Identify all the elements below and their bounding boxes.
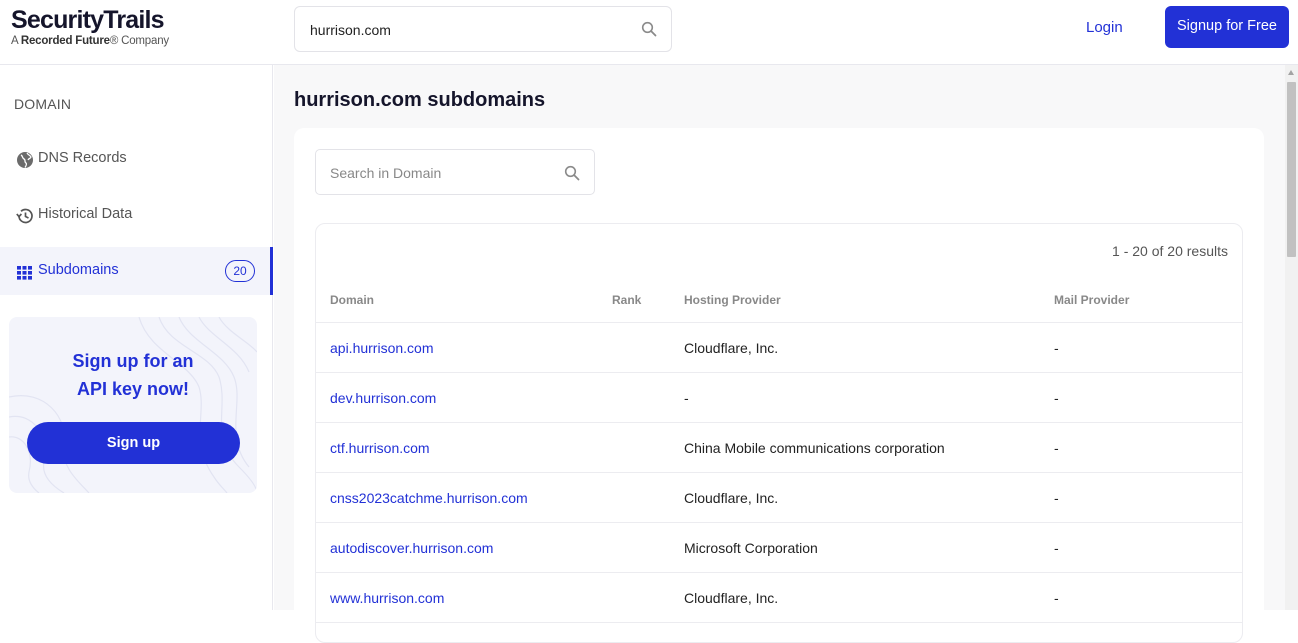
table-row: api.hurrison.com Cloudflare, Inc. - [316,323,1242,373]
results-count: 1 - 20 of 20 results [1112,243,1228,259]
api-promo-card: Sign up for an API key now! Sign up [9,317,257,493]
sidebar-item-label: Subdomains [38,262,119,278]
sidebar: DOMAIN DNS Records Historical Data Subdo… [0,65,273,610]
logo-wordmark: SecurityTrails [11,6,165,34]
subdomain-link[interactable]: www.hurrison.com [330,590,444,606]
signup-free-button[interactable]: Signup for Free [1165,6,1289,48]
subdomains-table: 1 - 20 of 20 results Domain Rank Hosting… [315,223,1243,643]
search-in-domain-input[interactable]: Search in Domain [315,149,595,195]
table-row: www.hurrison.com Cloudflare, Inc. - [316,573,1242,623]
grid-icon [17,266,32,280]
promo-title-line2: API key now! [76,379,190,399]
subdomain-link[interactable]: autodiscover.hurrison.com [330,540,493,556]
search-icon[interactable] [641,21,657,37]
hosting-provider-cell: Cloudflare, Inc. [684,590,779,606]
table-row: ctf.hurrison.com China Mobile communicat… [316,423,1242,473]
top-bar: SecurityTrails A Recorded Future® Compan… [0,0,1298,65]
globe-icon [17,152,33,168]
hosting-provider-cell: Microsoft Corporation [684,540,818,556]
scrollbar-thumb[interactable] [1287,82,1296,257]
subdomain-link[interactable]: dev.hurrison.com [330,390,436,406]
table-row: dev.hurrison.com - - [316,373,1242,423]
login-link[interactable]: Login [1086,19,1123,36]
mail-provider-cell: - [1054,540,1059,556]
mail-provider-cell: - [1054,440,1059,456]
promo-title: Sign up for an API key now! [9,347,257,403]
page-title: hurrison.com subdomains [294,89,546,111]
domain-search-value: hurrison.com [310,22,391,38]
logo-tagline-prefix: A [11,35,21,47]
subdomains-card: Search in Domain 1 - 20 of 20 results Do… [294,128,1264,643]
column-header-hosting-provider[interactable]: Hosting Provider [684,293,781,307]
scroll-up-arrow-icon[interactable] [1288,70,1294,75]
logo-tagline-brand: Recorded Future [20,35,110,47]
sidebar-item-historical-data[interactable]: Historical Data [0,191,273,239]
mail-provider-cell: - [1054,590,1059,606]
column-header-domain[interactable]: Domain [330,293,374,307]
sidebar-section-title: DOMAIN [14,96,72,112]
table-row: cnss2023catchme.hurrison.com Cloudflare,… [316,473,1242,523]
logo-tagline: A Recorded Future® Company [11,35,169,48]
column-header-rank[interactable]: Rank [612,293,641,307]
hosting-provider-cell: China Mobile communications corporation [684,440,945,456]
mail-provider-cell: - [1054,390,1059,406]
domain-search-input[interactable]: hurrison.com [294,6,672,52]
table-row: autodiscover.hurrison.com Microsoft Corp… [316,523,1242,573]
subdomain-count-badge: 20 [225,260,255,282]
subdomain-link[interactable]: ctf.hurrison.com [330,440,430,456]
main-content: hurrison.com subdomains Search in Domain… [274,65,1285,643]
hosting-provider-cell: - [684,390,689,406]
page-scrollbar[interactable] [1285,65,1298,610]
sidebar-item-label: DNS Records [38,150,127,166]
mail-provider-cell: - [1054,340,1059,356]
subdomain-link[interactable]: cnss2023catchme.hurrison.com [330,490,528,506]
search-in-domain-placeholder: Search in Domain [330,165,442,181]
search-icon[interactable] [564,165,580,181]
mail-provider-cell: - [1054,490,1059,506]
promo-title-line1: Sign up for an [72,351,194,371]
securitytrails-logo[interactable]: SecurityTrails A Recorded Future® Compan… [11,6,169,48]
hosting-provider-cell: Cloudflare, Inc. [684,490,779,506]
column-header-mail-provider[interactable]: Mail Provider [1054,293,1129,307]
promo-signup-button[interactable]: Sign up [27,422,240,464]
logo-tagline-suffix: ® Company [109,35,169,47]
sidebar-item-label: Historical Data [38,206,133,222]
hosting-provider-cell: Cloudflare, Inc. [684,340,779,356]
topographic-pattern [9,317,257,493]
subdomain-link[interactable]: api.hurrison.com [330,340,434,356]
history-icon [16,208,33,224]
sidebar-item-dns-records[interactable]: DNS Records [0,135,273,183]
sidebar-item-subdomains[interactable]: Subdomains 20 [0,247,273,295]
